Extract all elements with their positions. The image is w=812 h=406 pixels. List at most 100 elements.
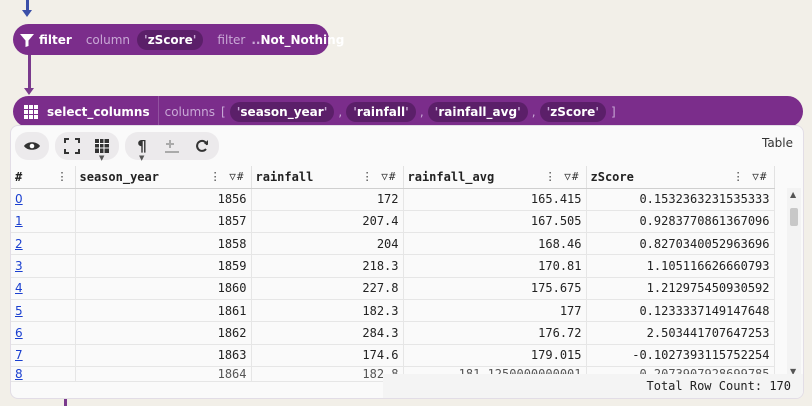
- column-header-rainfall-avg[interactable]: rainfall_avg ⋮ ▽#: [403, 166, 587, 189]
- column-chip-text: zScore: [550, 104, 596, 119]
- row-index-link[interactable]: 4: [15, 281, 23, 295]
- cell-rainfall-avg[interactable]: 167.505: [403, 210, 587, 234]
- cell-season-year[interactable]: 1858: [75, 232, 252, 256]
- column-chip-rainfall[interactable]: 'rainfall': [346, 101, 416, 122]
- cell-season-year[interactable]: 1859: [75, 254, 252, 278]
- filter-arg-value[interactable]: ..Not_Nothing: [251, 33, 344, 47]
- cell-zscore[interactable]: 1.105116626660793: [586, 254, 775, 278]
- column-chip-season-year[interactable]: 'season_year': [229, 101, 335, 122]
- row-index-cell: 2: [11, 232, 76, 256]
- cell-zscore[interactable]: 0.9283770861367096: [586, 210, 775, 234]
- table-row[interactable]: 7 1863 174.6 179.015 -0.1027393115752254: [11, 344, 775, 367]
- vertical-scrollbar[interactable]: ▲ ▼: [787, 188, 801, 378]
- cell-rainfall-avg[interactable]: 165.415: [403, 188, 587, 211]
- cell-zscore[interactable]: 0.1233337149147648: [586, 299, 775, 323]
- cell-zscore[interactable]: 2.503441707647253: [586, 321, 775, 345]
- row-index-link[interactable]: 8: [15, 367, 23, 381]
- table-row[interactable]: 1 1857 207.4 167.505 0.9283770861367096: [11, 210, 775, 234]
- chip-quote: ': [595, 104, 599, 119]
- scroll-up-arrow[interactable]: ▲: [790, 190, 796, 199]
- pilcrow-icon[interactable]: ¶ ▼: [131, 135, 153, 162]
- cell-rainfall[interactable]: 218.3: [251, 254, 404, 278]
- view-type-label[interactable]: Table: [762, 136, 793, 150]
- row-index-link[interactable]: 7: [15, 348, 23, 362]
- filter-to-select-arrow: [24, 88, 34, 95]
- scrollbar-thumb[interactable]: [790, 208, 798, 226]
- cell-rainfall[interactable]: 182.3: [251, 299, 404, 323]
- row-index-link[interactable]: 3: [15, 259, 23, 273]
- table-row[interactable]: 5 1861 182.3 177 0.1233337149147648: [11, 299, 775, 323]
- cell-rainfall[interactable]: 174.6: [251, 344, 404, 367]
- chip-quote: ': [517, 104, 521, 119]
- cell-season-year[interactable]: 1863: [75, 344, 252, 367]
- cell-rainfall-avg[interactable]: 170.81: [403, 254, 587, 278]
- cell-rainfall-avg[interactable]: 175.675: [403, 277, 587, 300]
- cell-zscore[interactable]: 0.1532363231535333: [586, 188, 775, 211]
- cell-zscore[interactable]: 0.8270340052963696: [586, 232, 775, 256]
- filter-keyword: filter: [39, 32, 72, 47]
- cell-rainfall-avg[interactable]: 179.015: [403, 344, 587, 367]
- dropdown-indicator: ▼: [99, 154, 105, 162]
- table-row[interactable]: 4 1860 227.8 175.675 1.212975450930592: [11, 277, 775, 300]
- column-header-season-year[interactable]: season_year ⋮ ▽#: [75, 166, 252, 189]
- column-chip-rainfall-avg[interactable]: 'rainfall_avg': [427, 101, 528, 122]
- row-index-link[interactable]: 1: [15, 214, 23, 228]
- column-arg-label: column: [85, 32, 130, 47]
- cell-rainfall[interactable]: 284.3: [251, 321, 404, 345]
- column-header-zscore[interactable]: zScore ⋮ ▽#: [586, 166, 775, 189]
- eye-icon[interactable]: [21, 135, 43, 157]
- cell-rainfall[interactable]: 207.4: [251, 210, 404, 234]
- column-header-index[interactable]: # ⋮: [11, 166, 76, 189]
- column-filter-icon[interactable]: ⋮ ▽#: [733, 170, 768, 183]
- row-index-link[interactable]: 0: [15, 192, 23, 206]
- column-filter-icon[interactable]: ⋮ ▽#: [362, 170, 397, 183]
- table-row[interactable]: 6 1862 284.3 176.72 2.503441707647253: [11, 321, 775, 345]
- cell-season-year[interactable]: 1860: [75, 277, 252, 300]
- cell-season-year[interactable]: 1856: [75, 188, 252, 211]
- cell-rainfall[interactable]: 182.8: [251, 366, 404, 382]
- expand-icon[interactable]: [61, 135, 83, 157]
- cell-season-year[interactable]: 1857: [75, 210, 252, 234]
- filter-value-text: Not_Nothing: [260, 32, 345, 47]
- row-count-footer: Total Row Count: 170: [383, 374, 803, 398]
- row-index-cell: 1: [11, 210, 76, 234]
- cell-rainfall[interactable]: 172: [251, 188, 404, 211]
- comma: ,: [338, 104, 343, 119]
- row-index-link[interactable]: 5: [15, 304, 23, 318]
- columns-arg-label: columns: [164, 104, 216, 119]
- divider: [157, 96, 159, 127]
- table-row[interactable]: 0 1856 172 165.415 0.1532363231535333: [11, 188, 775, 211]
- grid-icon[interactable]: ▼: [91, 135, 113, 162]
- row-index-link[interactable]: 2: [15, 237, 23, 251]
- table-row[interactable]: 3 1859 218.3 170.81 1.105116626660793: [11, 254, 775, 278]
- cell-zscore[interactable]: -0.1027393115752254: [586, 344, 775, 367]
- cell-rainfall-avg[interactable]: 168.46: [403, 232, 587, 256]
- add-row-icon[interactable]: [161, 135, 183, 157]
- filter-node[interactable]: filter column 'zScore' filter ..Not_Noth…: [13, 24, 344, 55]
- column-filter-icon[interactable]: ⋮ ▽#: [545, 170, 580, 183]
- filter-icon: [13, 32, 35, 48]
- cell-season-year[interactable]: 1864: [75, 366, 252, 382]
- header-label: season_year: [79, 169, 159, 184]
- table-row[interactable]: 2 1858 204 168.46 0.8270340052963696: [11, 232, 775, 256]
- row-index-cell: 3: [11, 254, 76, 278]
- row-index-cell: 7: [11, 344, 76, 367]
- cell-rainfall[interactable]: 227.8: [251, 277, 404, 300]
- row-index-link[interactable]: 6: [15, 326, 23, 340]
- column-filter-icon[interactable]: ⋮ ▽#: [210, 170, 245, 183]
- column-header-rainfall[interactable]: rainfall ⋮ ▽#: [251, 166, 404, 189]
- header-label: #: [15, 169, 23, 184]
- filter-to-select-connector: [28, 54, 31, 90]
- refresh-icon[interactable]: [191, 135, 213, 157]
- cell-rainfall-avg[interactable]: 177: [403, 299, 587, 323]
- column-menu-icon[interactable]: ⋮: [57, 170, 69, 183]
- cell-rainfall-avg[interactable]: 176.72: [403, 321, 587, 345]
- cell-rainfall[interactable]: 204: [251, 232, 404, 256]
- cell-season-year[interactable]: 1862: [75, 321, 252, 345]
- cell-season-year[interactable]: 1861: [75, 299, 252, 323]
- cell-zscore[interactable]: 1.212975450930592: [586, 277, 775, 300]
- column-arg-value[interactable]: 'zScore': [137, 29, 204, 50]
- select-columns-node[interactable]: select_columns columns [ 'season_year' ,…: [13, 96, 803, 127]
- input-arrow: [22, 10, 32, 17]
- column-chip-zscore[interactable]: 'zScore': [539, 101, 606, 122]
